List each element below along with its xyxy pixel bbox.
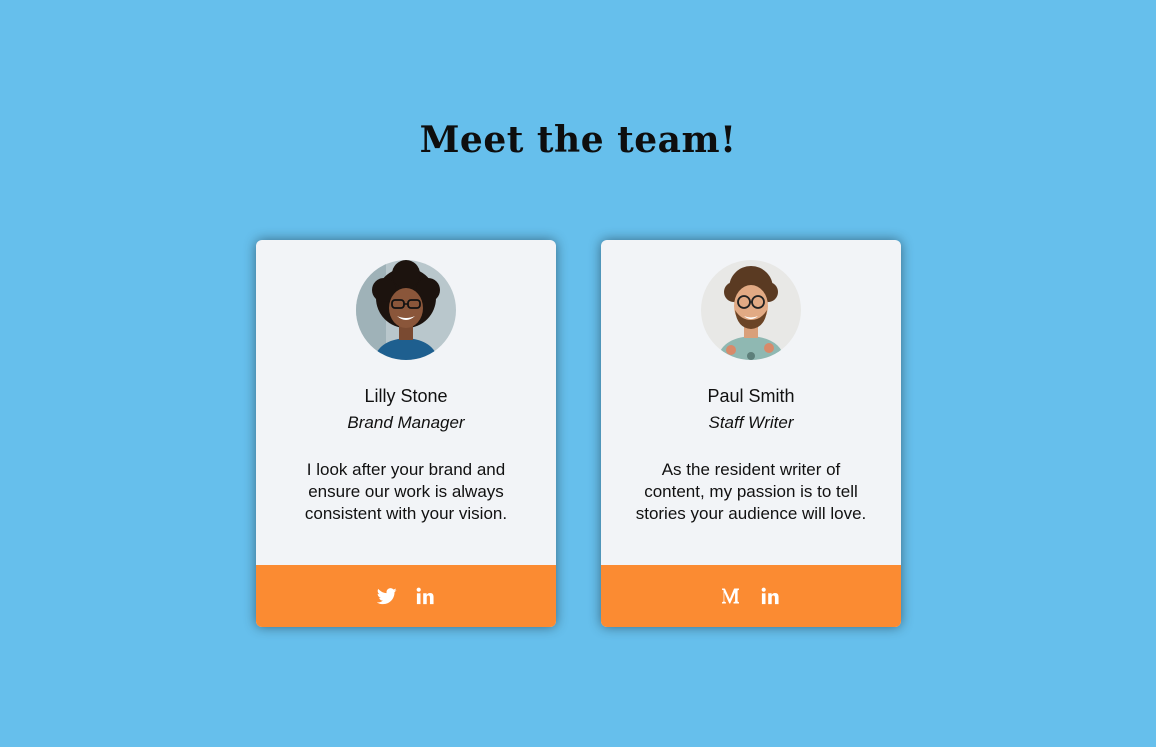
portrait-icon [701,260,801,360]
member-name: Lilly Stone [364,386,448,406]
member-bio: I look after your brand and ensure our w… [304,460,508,523]
card-footer [601,565,901,627]
linkedin-icon[interactable] [415,586,435,606]
card-footer [256,565,556,627]
member-role: Staff Writer [708,413,794,432]
page-title: Meet the team! [419,119,737,161]
member-name: Paul Smith [707,386,795,406]
team-card: Lilly Stone Brand Manager I look after y… [256,240,556,627]
portrait-icon [356,260,456,360]
medium-icon[interactable] [722,586,742,606]
twitter-icon[interactable] [377,586,397,606]
avatar [701,260,801,360]
avatar [356,260,456,360]
member-role: Brand Manager [347,413,465,432]
member-bio: As the resident writer of content, my pa… [635,460,867,523]
linkedin-icon[interactable] [760,586,780,606]
team-card: Paul Smith Staff Writer As the resident … [601,240,901,627]
